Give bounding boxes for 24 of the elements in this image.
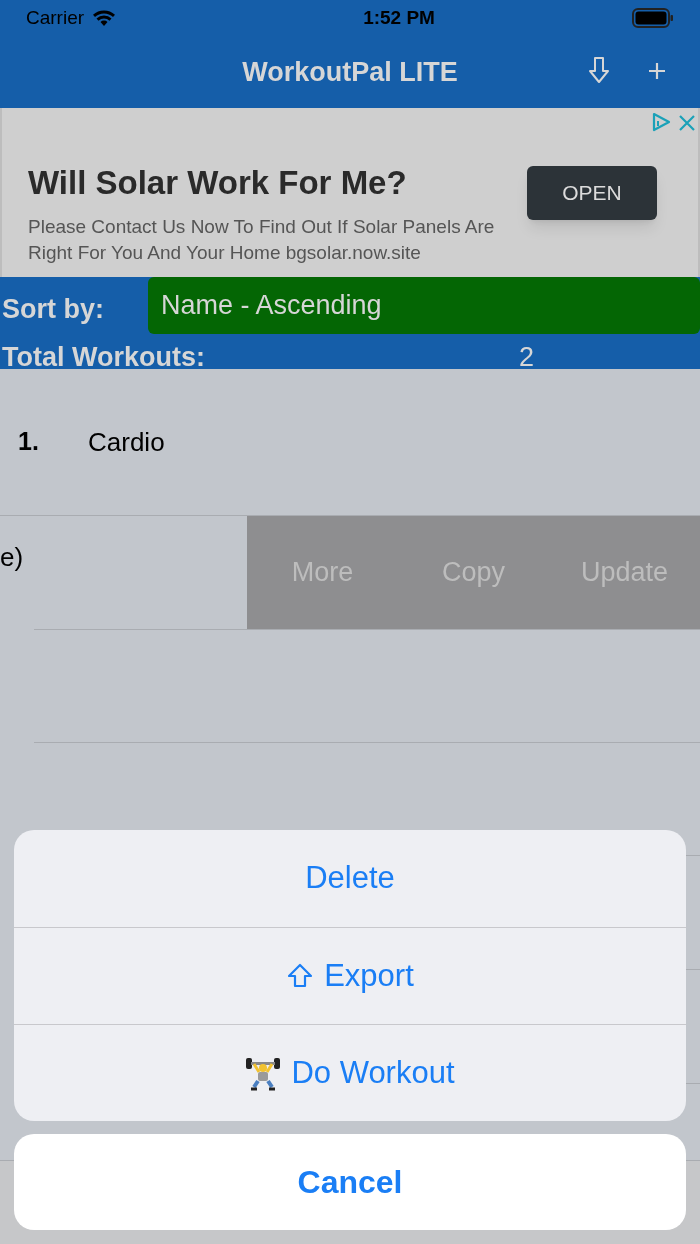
sort-dropdown[interactable]: Name - Ascending xyxy=(148,277,700,334)
ad-banner[interactable]: Will Solar Work For Me? Please Contact Us Now To Find Out If Solar Panels Are Right For You And Your Home bgsolar.now.site OPEN xyxy=(0,108,700,277)
ad-headline: Will Solar Work For Me? xyxy=(28,166,407,199)
workout-name[interactable]: e) xyxy=(0,538,24,577)
battery-icon xyxy=(632,8,674,28)
nav-title: WorkoutPal LITE xyxy=(242,55,458,89)
ad-description: Please Contact Us Now To Find Out If Solar Panels Are Right For You And Your Home bgsolar.now.site xyxy=(28,215,496,265)
weightlifter-icon xyxy=(245,1055,282,1091)
cancel-button[interactable]: Cancel xyxy=(14,1134,686,1230)
row-number: 1. xyxy=(18,426,39,457)
clock-time: 1:52 PM xyxy=(363,5,435,30)
carrier-label: Carrier xyxy=(26,5,85,30)
sheet-option-button[interactable]: Export xyxy=(14,927,686,1024)
add-icon[interactable] xyxy=(648,62,666,80)
workout-name[interactable]: Cardio xyxy=(88,423,165,462)
sheet-option-button[interactable]: Delete xyxy=(14,830,686,927)
download-icon[interactable] xyxy=(588,56,610,84)
total-count: 2 xyxy=(519,341,535,374)
sheet-option-button[interactable]: Do Workout xyxy=(14,1024,686,1121)
total-label: Total Workouts: xyxy=(2,341,205,374)
open-button[interactable]: OPEN xyxy=(527,166,657,220)
upload-icon xyxy=(286,963,315,989)
sort-label: Sort by: xyxy=(2,293,104,326)
wifi-icon xyxy=(92,9,117,27)
